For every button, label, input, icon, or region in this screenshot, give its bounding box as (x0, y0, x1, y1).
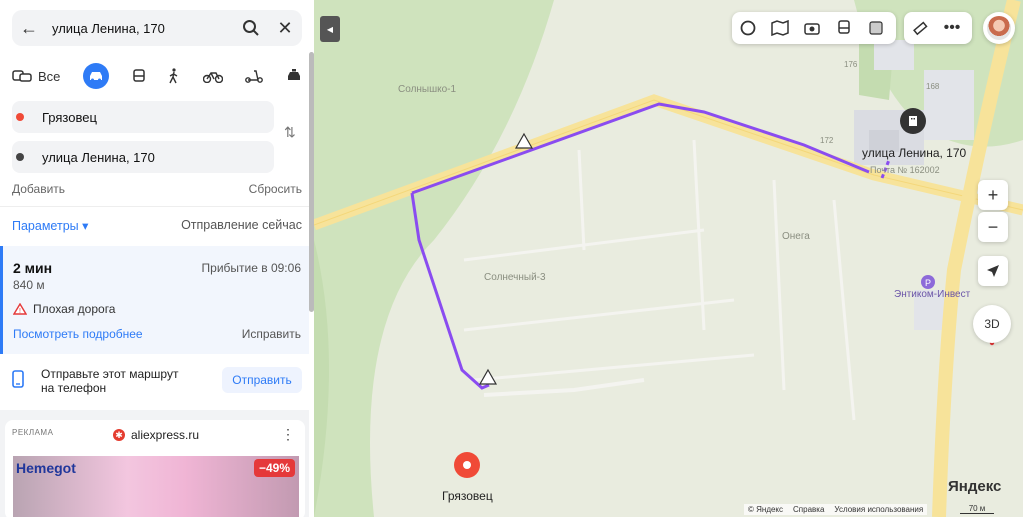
departure-button[interactable]: Отправление сейчас (181, 218, 302, 233)
mode-all[interactable]: Все (12, 62, 60, 90)
bus-icon (132, 69, 145, 82)
route-arrival: Прибытие в 09:06 (201, 261, 301, 275)
map-label-post[interactable]: Почта № 162002 (870, 165, 940, 175)
route-distance: 840 м (13, 278, 45, 292)
destination-dot-icon (16, 153, 24, 161)
ad-section: РЕКЛАМА ✱ aliexpress.ru ⋮ Hemegot −49% (0, 410, 309, 517)
route-fix-link[interactable]: Исправить (242, 327, 301, 341)
terms-link[interactable]: Условия использования (834, 505, 923, 514)
map-label-176: 176 (844, 60, 858, 69)
mode-taxi[interactable] (286, 62, 302, 90)
route-card[interactable]: 2 мин Прибытие в 09:06 840 м ! Плохая до… (0, 246, 309, 354)
destination-pin-icon[interactable] (900, 108, 926, 134)
all-transport-icon (12, 70, 32, 82)
route-warning: ! Плохая дорога (13, 302, 115, 316)
ad-image-text: Hemegot (16, 460, 76, 476)
ruler-icon[interactable] (904, 12, 936, 44)
ad-brand[interactable]: ✱ aliexpress.ru (113, 428, 199, 442)
ad-tag: РЕКЛАМА (12, 428, 54, 437)
svg-text:!: ! (19, 308, 21, 315)
map-type-icon[interactable] (764, 12, 796, 44)
origin-pin-icon[interactable] (454, 452, 480, 478)
map-scale: 70 м (960, 504, 994, 514)
map-label-entikom[interactable]: Энтиком-Инвест (894, 289, 970, 300)
send-button[interactable]: Отправить (222, 367, 302, 393)
panorama-icon[interactable] (796, 12, 828, 44)
help-link[interactable]: Справка (793, 505, 824, 514)
search-bar: ← улица Ленина, 170 ✕ (12, 10, 302, 46)
zoom-out-button[interactable]: − (978, 212, 1008, 242)
route-details-link[interactable]: Посмотреть подробнее (13, 327, 143, 341)
more-icon[interactable]: ••• (936, 12, 968, 44)
params-button[interactable]: Параметры ▾ (12, 218, 88, 233)
add-point-button[interactable]: Добавить (12, 182, 65, 196)
phone-icon (12, 370, 24, 393)
avatar[interactable] (983, 12, 1015, 44)
ad-brand-name: aliexpress.ru (131, 428, 200, 442)
map-layers-toolbar (732, 12, 896, 44)
bicycle-icon (202, 72, 223, 83)
map-label-172: 172 (820, 136, 834, 145)
close-icon[interactable]: ✕ (268, 11, 302, 45)
map-label-solnyshko: Солнышко-1 (398, 84, 457, 95)
taxi-icon (287, 69, 300, 80)
route-point-to-label: улица Ленина, 170 (42, 149, 155, 165)
traffic-icon[interactable] (860, 12, 892, 44)
swap-points-icon[interactable]: ⇅ (284, 124, 296, 141)
geolocation-button[interactable] (978, 256, 1008, 286)
transport-modes: Все (12, 62, 302, 90)
mode-scooter[interactable] (245, 62, 264, 90)
map-label-onega: Онега (782, 231, 810, 242)
transit-icon[interactable] (828, 12, 860, 44)
map-tools-toolbar: ••• (904, 12, 972, 44)
layers-icon[interactable] (732, 12, 764, 44)
copyright-text: © Яндекс (748, 505, 784, 514)
route-warning-text: Плохая дорога (33, 302, 116, 316)
3d-button[interactable]: 3D (973, 305, 1011, 343)
mode-bike[interactable] (202, 62, 223, 90)
ad-card[interactable]: РЕКЛАМА ✱ aliexpress.ru ⋮ Hemegot −49% (5, 420, 305, 517)
send-to-phone: Отправьте этот маршрут на телефон Отправ… (0, 358, 309, 408)
mode-bus[interactable] (132, 62, 146, 90)
yandex-logo: Яндекс (948, 478, 1002, 495)
origin-label[interactable]: Грязовец (442, 489, 493, 503)
send-to-phone-text: Отправьте этот маршрут на телефон (41, 367, 179, 395)
search-icon[interactable] (234, 11, 268, 45)
origin-dot-icon (16, 113, 24, 121)
svg-text:P: P (925, 278, 931, 288)
collapse-panel-button[interactable]: ◀ (320, 16, 340, 42)
mode-all-label: Все (38, 68, 61, 84)
divider (0, 206, 314, 207)
zoom-in-button[interactable]: + (978, 180, 1008, 210)
more-options-icon[interactable]: ⋮ (281, 426, 295, 443)
route-point-from-label: Грязовец (42, 109, 97, 125)
pedestrian-icon (169, 68, 178, 84)
route-point-from[interactable]: Грязовец (12, 101, 274, 133)
scooter-icon (245, 70, 264, 83)
ad-image[interactable]: Hemegot −49% (13, 456, 299, 517)
back-arrow-icon[interactable]: ← (12, 11, 46, 45)
aliexpress-logo-icon: ✱ (113, 429, 125, 441)
warning-icon: ! (13, 303, 27, 315)
search-input[interactable]: улица Ленина, 170 (46, 21, 234, 36)
route-points-actions: Добавить Сбросить (12, 182, 302, 196)
destination-label[interactable]: улица Ленина, 170 (862, 146, 966, 160)
map-label-solnechny: Солнечный-3 (484, 272, 546, 283)
navigation-arrow-icon (987, 265, 999, 277)
map-view[interactable]: P ◀ ••• + − 3D Солнышко-1 Солнечный-3 Он… (314, 0, 1023, 517)
params-row: Параметры ▾ Отправление сейчас (12, 218, 302, 233)
car-icon (90, 72, 102, 82)
map-canvas: P (314, 0, 1023, 517)
map-footer: © Яндекс Справка Условия использования (744, 504, 928, 515)
route-point-to[interactable]: улица Ленина, 170 (12, 141, 274, 173)
reset-button[interactable]: Сбросить (249, 182, 302, 196)
mode-walk[interactable] (168, 62, 180, 90)
discount-badge: −49% (253, 459, 295, 477)
route-panel: ← улица Ленина, 170 ✕ Все Грязовец улица… (0, 0, 314, 517)
mode-car[interactable] (83, 63, 109, 89)
map-label-168: 168 (926, 82, 940, 91)
route-time: 2 мин (13, 260, 53, 276)
